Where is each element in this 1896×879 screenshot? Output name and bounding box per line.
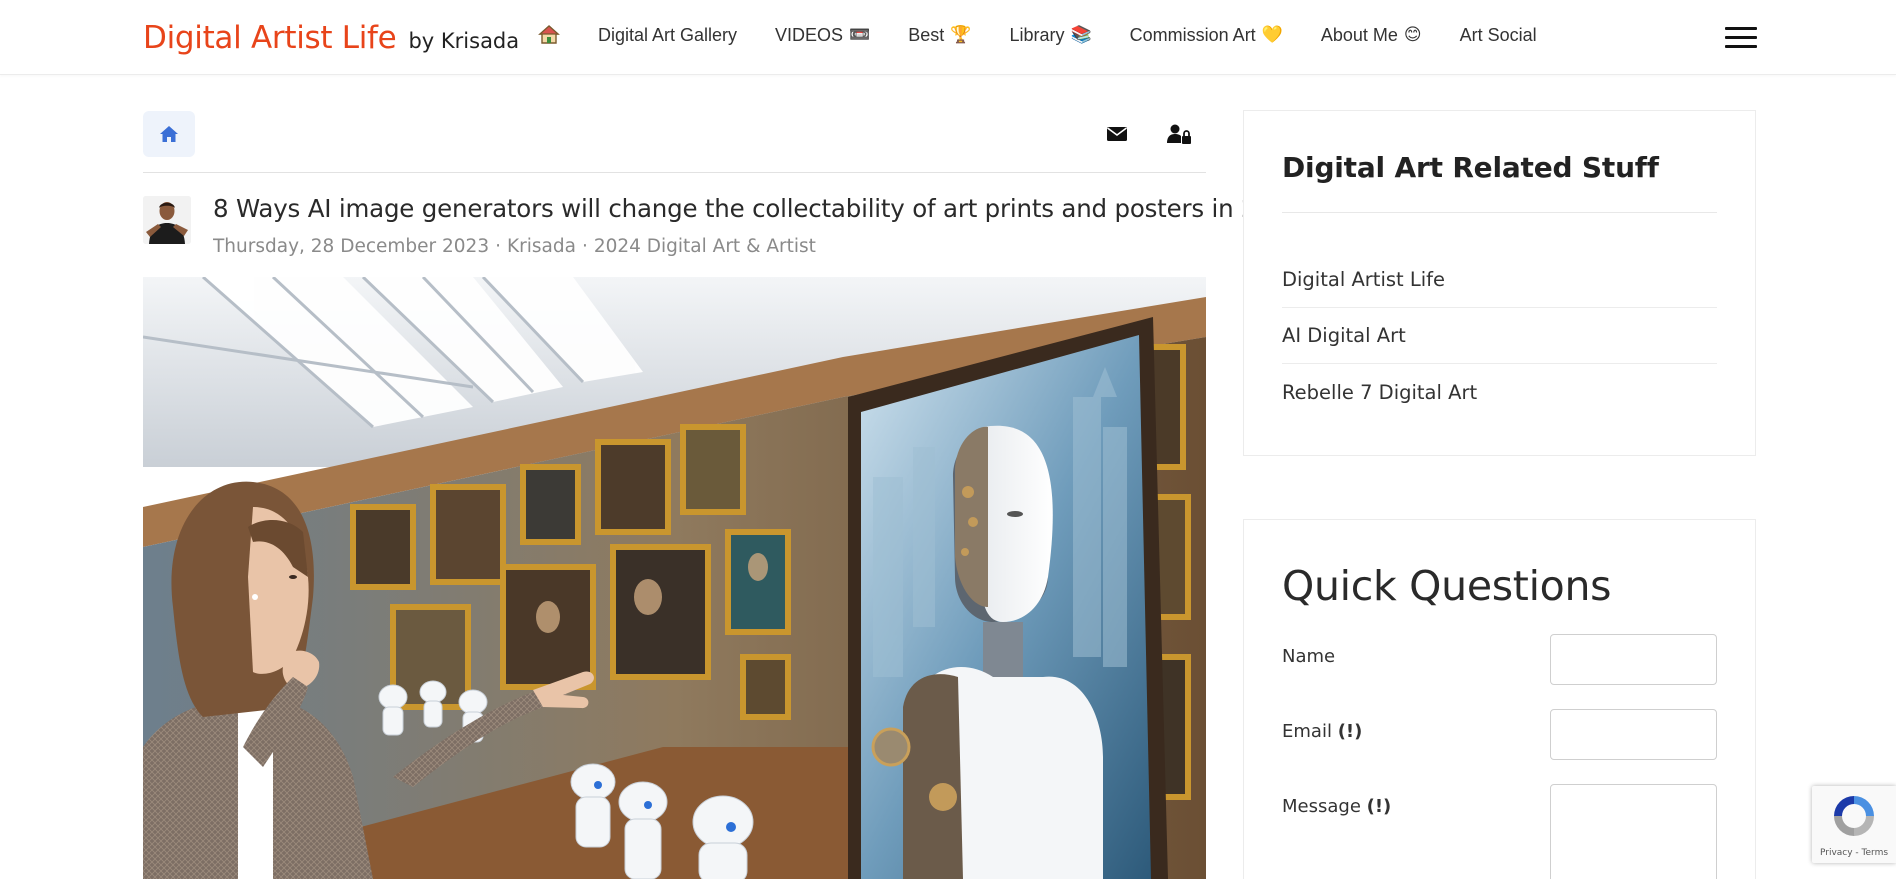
meta-separator: · <box>581 236 588 257</box>
books-icon: 📚 <box>1070 25 1092 44</box>
user-lock-icon[interactable] <box>1166 122 1191 146</box>
home-icon <box>160 126 178 142</box>
hamburger-menu-icon[interactable] <box>1725 27 1757 49</box>
related-stuff-card: Digital Art Related Stuff Digital Artist… <box>1243 110 1756 456</box>
email-field[interactable] <box>1550 709 1717 760</box>
videocassette-icon: 📼 <box>849 25 871 44</box>
email-label-text: Email <box>1282 721 1332 742</box>
nav-commission-art[interactable]: Commission Art 💛 <box>1130 25 1283 46</box>
nav-home-icon[interactable] <box>538 24 560 46</box>
email-label: Email (!) <box>1282 721 1362 742</box>
header-divider <box>143 172 1206 173</box>
top-navbar: Digital Artist Life by Krisada Digital A… <box>0 0 1896 75</box>
meta-separator: · <box>495 236 501 257</box>
name-label: Name <box>1282 646 1335 667</box>
home-button[interactable] <box>143 111 195 157</box>
smiley-icon: 😊 <box>1403 25 1422 44</box>
nav-label: Commission Art <box>1129 24 1256 45</box>
name-field[interactable] <box>1550 634 1717 685</box>
nav-label: VIDEOS <box>775 24 844 45</box>
nav-label: Art Social <box>1459 24 1537 45</box>
recaptcha-icon <box>1834 796 1874 836</box>
nav-digital-art-gallery[interactable]: Digital Art Gallery <box>598 25 737 46</box>
site-title[interactable]: Digital Artist Life <box>143 20 397 56</box>
trophy-icon: 🏆 <box>950 25 972 44</box>
site-brand[interactable]: Digital Artist Life by Krisada <box>143 20 519 56</box>
required-mark: (!) <box>1366 796 1392 817</box>
nav-library[interactable]: Library 📚 <box>1009 25 1091 46</box>
message-label: Message (!) <box>1282 796 1391 817</box>
nav-label: Library <box>1009 24 1065 45</box>
recaptcha-badge[interactable]: Privacy - Terms <box>1812 786 1896 863</box>
nav-label: Best <box>908 24 945 45</box>
nav-about-me[interactable]: About Me 😊 <box>1321 25 1422 46</box>
quick-questions-card: Quick Questions Name Email (!) Message (… <box>1243 519 1756 879</box>
sidebar-link-digital-artist-life[interactable]: Digital Artist Life <box>1282 252 1717 308</box>
nav-label: About Me <box>1320 24 1398 45</box>
message-label-text: Message <box>1282 796 1361 817</box>
nav-best[interactable]: Best 🏆 <box>908 25 971 46</box>
post-hero-image[interactable] <box>143 277 1206 879</box>
quick-questions-title: Quick Questions <box>1282 562 1612 610</box>
recaptcha-links[interactable]: Privacy - Terms <box>1812 848 1896 858</box>
sidebar-link-ai-digital-art[interactable]: AI Digital Art <box>1282 308 1717 364</box>
envelope-icon[interactable] <box>1105 122 1129 146</box>
nav-label: Digital Art Gallery <box>598 24 738 45</box>
site-byline: by Krisada <box>408 29 520 53</box>
nav-videos[interactable]: VIDEOS 📼 <box>775 25 870 46</box>
post-meta: Thursday, 28 December 2023 · Krisada · 2024 … <box>213 236 816 260</box>
main-nav: Digital Art Gallery VIDEOS 📼 Best 🏆 Librar… <box>538 24 1575 46</box>
yellow-heart-icon: 💛 <box>1261 25 1283 44</box>
message-field[interactable] <box>1550 784 1717 879</box>
required-mark: (!) <box>1337 721 1363 742</box>
author-avatar[interactable] <box>143 196 191 244</box>
name-label-text: Name <box>1282 646 1336 667</box>
card-divider <box>1282 212 1717 213</box>
related-stuff-title: Digital Art Related Stuff <box>1282 151 1659 184</box>
post-author[interactable]: Krisada <box>507 236 576 257</box>
nav-art-social[interactable]: Art Social <box>1460 25 1537 46</box>
post-title: 8 Ways AI image generators will change t… <box>213 194 1303 223</box>
post-category[interactable]: 2024 Digital Art & Artist <box>594 236 816 257</box>
post-date: Thursday, 28 December 2023 <box>213 236 490 257</box>
sidebar-link-rebelle-7[interactable]: Rebelle 7 Digital Art <box>1282 364 1717 420</box>
